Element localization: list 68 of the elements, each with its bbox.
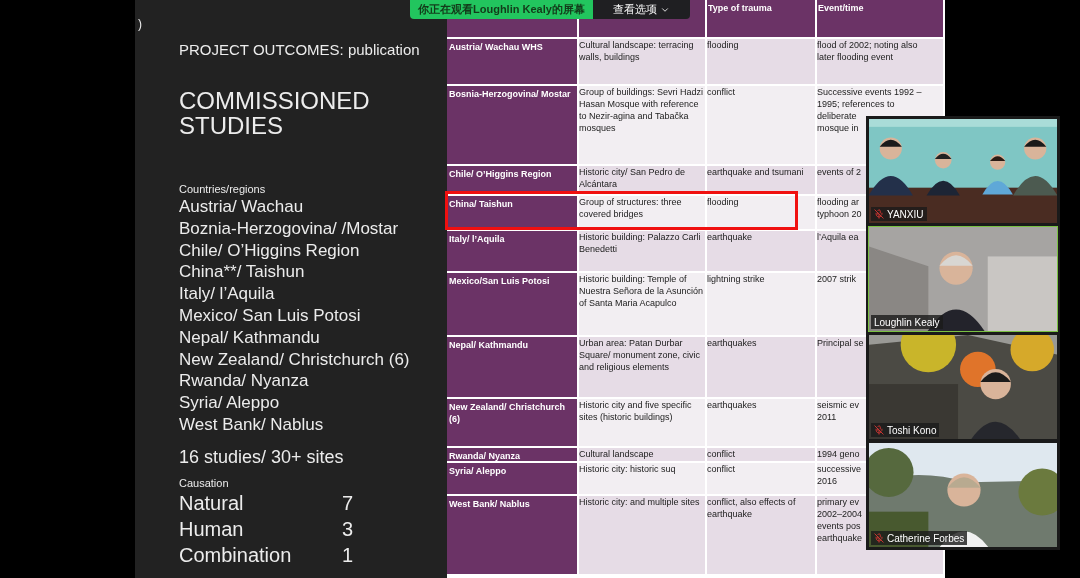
country-item: Chile/ O’Higgins Region	[179, 239, 361, 262]
site-cell: Bosnia-Herzogovina/ Mostar	[447, 86, 577, 164]
sharing-banner: 你正在观看Loughlin Kealy的屏幕	[410, 0, 593, 19]
causation-count: 3	[342, 516, 354, 542]
table-cell: conflict	[707, 463, 815, 494]
table-cell: Cultural landscape	[579, 448, 705, 461]
table-cell: Group of buildings: Sevri Hadzi Hasan Mosque with reference to Nezir-agina and Tabačka mosques	[579, 86, 705, 164]
country-item: China**/ Taishun	[179, 261, 306, 284]
country-item: West Bank/ Nablus	[179, 413, 325, 436]
table-cell: Cultural landscape: terracing walls, buildings	[579, 39, 705, 84]
column-header: Type of trauma	[707, 0, 815, 37]
causation-label: Combination	[179, 542, 293, 568]
country-item: Rwanda/ Nyanza	[179, 370, 310, 393]
country-item: Italy/ l’Aquila	[179, 283, 276, 305]
site-cell: Mexico/San Luis Potosi	[447, 273, 577, 335]
table-cell: Historic building: Palazzo Carli Benedetti	[579, 231, 705, 271]
summary-text: 16 studies/ 30+ sites	[179, 445, 345, 468]
country-item: Mexico/ San Luis Potosi	[179, 305, 362, 327]
table-cell: Group of structures: three covered bridges	[579, 196, 705, 229]
table-cell: Historic city and five specific sites (historic buildings)	[579, 399, 705, 446]
participant-name: YANXIU	[887, 207, 924, 222]
table-cell: Urban area: Patan Durbar Square/ monument zone, civic and religious elements	[579, 337, 705, 397]
site-cell: Syria/ Aleppo	[447, 463, 577, 494]
table-cell: conflict	[707, 86, 815, 164]
video-tile[interactable]: Toshi Kono	[868, 334, 1058, 440]
site-cell: China/ Taishun	[447, 196, 577, 229]
site-cell: Austria/ Wachau WHS	[447, 39, 577, 84]
causation-count: 7	[342, 490, 354, 516]
table-cell: earthquake	[707, 231, 815, 271]
section-label: Countries/regions	[179, 182, 267, 196]
site-cell: Rwanda/ Nyanza	[447, 448, 577, 461]
causation-count: 1	[342, 542, 354, 568]
country-item: Boznia-Herzogovina/ /Mostar	[179, 217, 400, 240]
site-cell: West Bank/ Nablus	[447, 496, 577, 574]
table-cell: earthquake and tsumani	[707, 166, 815, 194]
section-label: Causation	[179, 475, 230, 490]
slide-heading: COMMISSIONED STUDIES	[179, 88, 371, 138]
table-cell: earthquakes	[707, 399, 815, 446]
table-cell: conflict	[707, 448, 815, 461]
causation-label: Human	[179, 516, 245, 542]
table-cell: Historic building: Temple of Nuestra Señora de la Asunción of Santa Maria Acapulco	[579, 273, 705, 335]
country-item: New Zealand/ Christchurch (6)	[179, 348, 411, 371]
video-tile[interactable]: YANXIU	[868, 118, 1058, 224]
table-cell: flood of 2002; noting also later flooding event	[817, 39, 943, 84]
table-cell: flooding	[707, 39, 815, 84]
participant-name: Toshi Kono	[887, 423, 937, 438]
country-item: Austria/ Wachau	[179, 196, 305, 218]
table-cell: earthquakes	[707, 337, 815, 397]
site-cell: Nepal/ Kathmandu	[447, 337, 577, 397]
causation-label: Natural	[179, 490, 245, 516]
site-cell: New Zealand/ Christchurch (6)	[447, 399, 577, 446]
table-cell: flooding	[707, 196, 815, 229]
table-cell: lightning strike	[707, 273, 815, 335]
table-cell: Historic city: historic suq	[579, 463, 705, 494]
table-cell: Historic city: and multiple sites	[579, 496, 705, 574]
country-item: Syria/ Aleppo	[179, 392, 281, 414]
country-item: Nepal/ Kathmandu	[179, 326, 321, 349]
slide-title: PROJECT OUTCOMES: publication	[179, 40, 421, 60]
video-tile[interactable]: Loughlin Kealy	[868, 226, 1058, 332]
view-options-button[interactable]: 查看选项	[592, 0, 690, 19]
table-cell: conflict, also effects of earthquake	[707, 496, 815, 574]
column-header: Event/time	[817, 0, 943, 37]
site-cell: Chile/ O’Higgins Region	[447, 166, 577, 194]
slide-mark: )	[138, 16, 142, 33]
video-tile[interactable]: Catherine Forbes	[868, 442, 1058, 548]
participant-name: Loughlin Kealy	[874, 315, 940, 330]
site-cell: Italy/ l’Aquila	[447, 231, 577, 271]
table-cell: Historic city/ San Pedro de Alcántara	[579, 166, 705, 194]
